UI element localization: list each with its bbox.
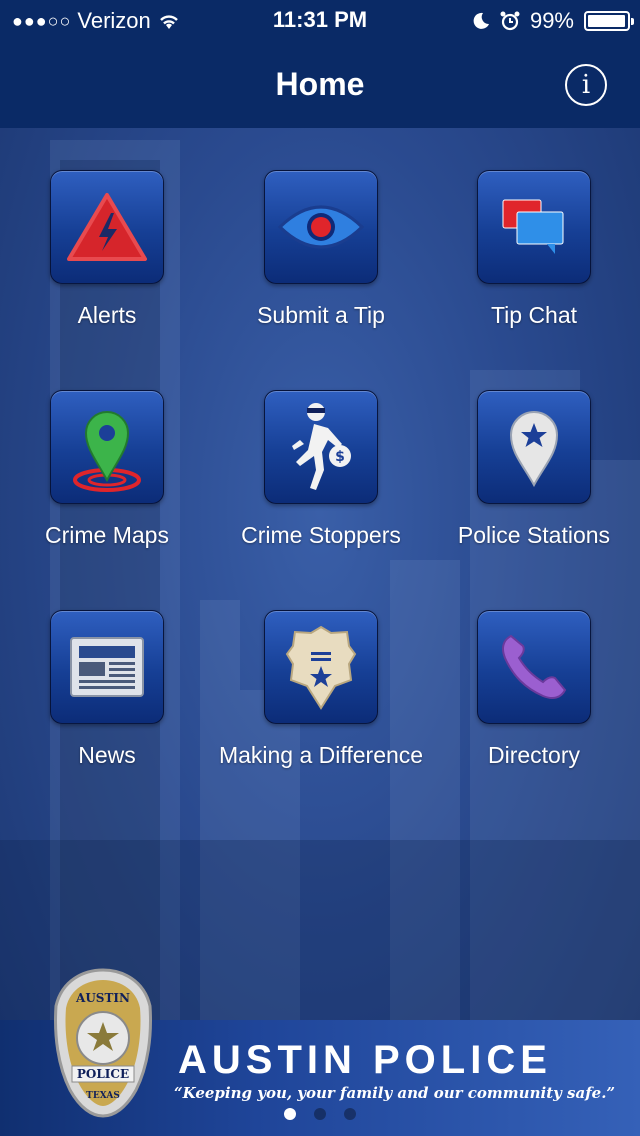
eye-icon xyxy=(277,205,365,249)
crime-stoppers-button[interactable]: $ xyxy=(264,390,378,504)
robber-icon: $ xyxy=(292,403,351,490)
tile-police-stations[interactable]: Police Stations xyxy=(427,390,640,549)
phone-icon xyxy=(502,634,567,699)
page-title: Home xyxy=(275,66,365,102)
tile-label: Crime Stoppers xyxy=(241,522,401,548)
crime-maps-button[interactable] xyxy=(50,390,164,504)
tagline: “Keeping you, your family and our commun… xyxy=(174,1084,616,1102)
tile-label: Police Stations xyxy=(457,522,611,548)
tile-label: Crime Maps xyxy=(45,522,169,548)
status-bar: ●●●○○ Verizon 11:31 PM 99% xyxy=(0,0,640,40)
tile-alerts[interactable]: Alerts xyxy=(0,170,214,329)
submit-tip-button[interactable] xyxy=(264,170,378,284)
tile-submit-tip[interactable]: Submit a Tip xyxy=(214,170,428,329)
tile-label: Making a Difference xyxy=(218,742,424,768)
page-indicator[interactable] xyxy=(0,1108,640,1120)
alerts-button[interactable] xyxy=(50,170,164,284)
badge-text-texas: TEXAS xyxy=(86,1091,120,1101)
brand-name: AUSTIN POLICE xyxy=(178,1038,552,1082)
police-badge-icon xyxy=(285,625,357,710)
info-icon: i xyxy=(581,70,591,100)
battery-percentage: 99% xyxy=(529,8,574,33)
map-pin-icon xyxy=(73,411,141,492)
badge-text-police: POLICE xyxy=(77,1067,129,1081)
alarm-icon xyxy=(500,11,520,31)
moon-icon xyxy=(473,12,489,29)
info-button[interactable]: i xyxy=(565,64,607,106)
svg-text:$: $ xyxy=(335,449,345,465)
tile-label: Directory xyxy=(487,742,580,768)
navigation-bar: Home i xyxy=(0,40,640,128)
tile-label: Alerts xyxy=(77,302,137,328)
badge-text-austin: AUSTIN xyxy=(75,991,130,1005)
chat-bubbles-icon xyxy=(502,199,564,254)
battery-icon xyxy=(584,11,634,31)
making-a-difference-button[interactable] xyxy=(264,610,378,724)
star-pin-icon xyxy=(509,411,559,487)
page-dot-2[interactable] xyxy=(314,1108,326,1120)
news-button[interactable] xyxy=(50,610,164,724)
page-dot-1[interactable] xyxy=(284,1108,296,1120)
tile-crime-maps[interactable]: Crime Maps xyxy=(0,390,214,549)
alert-triangle-icon xyxy=(67,193,147,261)
newspaper-icon xyxy=(70,637,144,697)
tile-label: News xyxy=(78,742,136,768)
tip-chat-button[interactable] xyxy=(477,170,591,284)
tile-directory[interactable]: Directory xyxy=(427,610,640,769)
tile-label: Submit a Tip xyxy=(257,302,385,328)
page-dot-3[interactable] xyxy=(344,1108,356,1120)
tile-making-a-difference[interactable]: Making a Difference xyxy=(214,610,428,769)
directory-button[interactable] xyxy=(477,610,591,724)
austin-police-badge-logo: AUSTIN POLICE TEXAS xyxy=(54,968,152,1118)
police-stations-button[interactable] xyxy=(477,390,591,504)
tile-label: Tip Chat xyxy=(490,302,578,328)
tile-news[interactable]: News xyxy=(0,610,214,769)
tile-tip-chat[interactable]: Tip Chat xyxy=(427,170,640,329)
tile-crime-stoppers[interactable]: $ Crime Stoppers xyxy=(214,390,428,549)
